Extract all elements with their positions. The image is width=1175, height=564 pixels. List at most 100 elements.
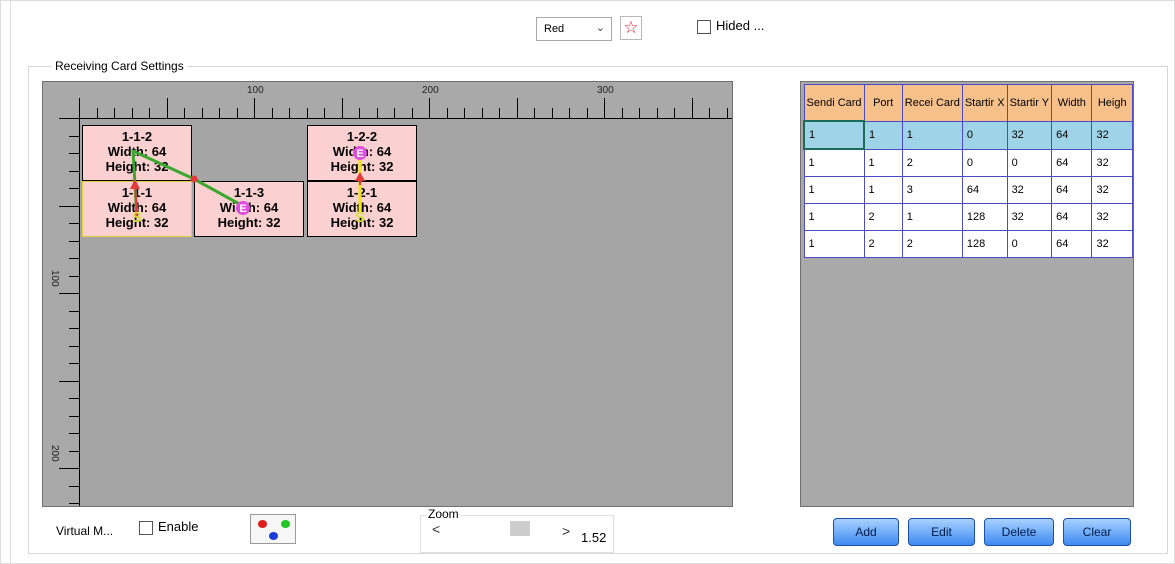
zoom-decrease-arrow[interactable]: < [432, 521, 440, 537]
enable-label: Enable [158, 519, 199, 534]
table-cell[interactable]: 128 [961, 203, 1008, 231]
ruler-tick [534, 108, 535, 118]
col-height[interactable]: Heigh [1091, 84, 1133, 122]
col-starting-x[interactable]: Startir X [961, 84, 1008, 122]
table-cell[interactable]: 128 [961, 230, 1008, 258]
ruler-tick [96, 108, 98, 118]
edit-button[interactable]: Edit [908, 518, 975, 546]
table-row[interactable]: 1 1 1 0 32 64 32 [802, 120, 1133, 150]
left-divider [10, 0, 11, 564]
ruler-tick [69, 188, 79, 189]
add-button[interactable]: Add [833, 518, 899, 546]
ruler-tick [69, 153, 79, 154]
table-cell[interactable]: 1 [901, 120, 963, 150]
ruler-tick [656, 108, 658, 118]
table-cell[interactable]: 32 [1091, 203, 1133, 231]
ruler-tick [69, 415, 79, 417]
table-row[interactable]: 1 2 1 128 32 64 32 [803, 203, 1133, 231]
table-cell[interactable]: 32 [1006, 203, 1053, 231]
group-title: Receiving Card Settings [52, 59, 187, 73]
table-cell[interactable]: 64 [1051, 120, 1093, 150]
ruler-tick [59, 468, 79, 469]
green-dot-icon [281, 520, 290, 528]
col-starting-y[interactable]: Startir Y [1006, 84, 1053, 122]
ruler-top: 100 200 300 [43, 82, 732, 118]
table-cell[interactable]: 32 [1006, 120, 1053, 150]
table-cell[interactable]: 2 [901, 230, 963, 258]
table-cell[interactable]: 64 [961, 176, 1008, 204]
red-dot-icon [258, 520, 267, 528]
hide-checkbox[interactable] [697, 20, 711, 34]
ruler-tick [59, 380, 79, 382]
layout-canvas[interactable]: 100 200 300 100 200 1-1-2 Width: 64 Heig… [42, 81, 733, 507]
table-cell[interactable]: 32 [1091, 120, 1133, 150]
delete-button[interactable]: Delete [984, 518, 1054, 546]
ruler-label: 100 [247, 85, 264, 96]
ruler-tick [289, 108, 290, 118]
table-cell[interactable]: 1 [863, 120, 903, 150]
table-cell[interactable]: 1 [803, 203, 865, 231]
table-cell[interactable]: 64 [1051, 203, 1093, 231]
table-cell[interactable]: 2 [863, 203, 903, 231]
ruler-tick [446, 108, 448, 118]
enable-checkbox[interactable] [139, 521, 153, 535]
table-cell[interactable]: 64 [1051, 176, 1093, 204]
zoom-slider-thumb[interactable] [510, 521, 530, 536]
ruler-label: 200 [49, 445, 60, 462]
junction-dot [190, 175, 198, 183]
end-marker: E [239, 203, 246, 215]
table-cell[interactable]: 0 [1006, 148, 1053, 177]
table-row[interactable]: 1 1 3 64 32 64 32 [803, 176, 1133, 204]
star-icon[interactable]: ☆ [620, 16, 642, 40]
zoom-title: Zoom [426, 507, 461, 521]
receiving-card-table[interactable]: Sendi Card Port Recei Card Startir X Sta… [800, 81, 1134, 507]
table-row[interactable]: 1 2 2 128 0 64 32 [803, 230, 1133, 258]
table-cell[interactable]: 1 [863, 148, 903, 177]
zoom-increase-arrow[interactable]: > [562, 523, 570, 539]
arrow-head-icon [130, 179, 140, 189]
table-row[interactable]: 1 1 2 0 0 64 32 [803, 148, 1133, 177]
col-sending-card[interactable]: Sendi Card [803, 84, 865, 122]
table-cell[interactable]: 3 [901, 176, 963, 204]
ruler-tick [464, 108, 465, 118]
clear-button[interactable]: Clear [1063, 518, 1131, 546]
table-cell[interactable]: 1 [803, 230, 865, 258]
ruler-tick [551, 108, 553, 118]
table-cell[interactable]: 0 [961, 120, 1008, 150]
ruler-tick [59, 293, 79, 294]
table-cell[interactable]: 1 [901, 203, 963, 231]
ruler-tick [376, 108, 378, 118]
table-cell[interactable]: 2 [901, 148, 963, 177]
col-receiving-card[interactable]: Recei Card [901, 84, 963, 122]
ruler-tick [271, 108, 273, 118]
table-cell[interactable]: 64 [1051, 148, 1093, 177]
table-cell[interactable]: 1 [863, 176, 903, 204]
ruler-tick [674, 108, 675, 118]
table-cell[interactable]: 2 [863, 230, 903, 258]
canvas-grid[interactable]: 1-1-2 Width: 64 Height: 32 1-2-2 Width: … [79, 118, 732, 506]
table-cell[interactable]: 0 [961, 148, 1008, 177]
table-cell[interactable]: 32 [1006, 176, 1053, 204]
ruler-tick [69, 398, 79, 399]
table-cell[interactable]: 64 [1051, 230, 1093, 258]
table-header-row: Sendi Card Port Recei Card Startir X Sta… [803, 84, 1133, 122]
ruler-tick [621, 108, 623, 118]
table-cell[interactable]: 32 [1091, 230, 1133, 258]
color-select[interactable]: Red ⌄ [536, 17, 612, 41]
table-cell[interactable]: 32 [1091, 148, 1133, 177]
ruler-tick [586, 108, 588, 118]
table-cell[interactable]: 1 [802, 120, 866, 150]
ruler-label: 200 [422, 85, 439, 96]
col-width[interactable]: Width [1051, 84, 1093, 122]
table-cell[interactable]: 32 [1091, 176, 1133, 204]
ruler-tick [499, 108, 500, 118]
ruler-tick [236, 108, 238, 118]
start-marker: S [355, 209, 365, 226]
ruler-tick [69, 135, 79, 137]
ruler-tick [394, 108, 395, 118]
col-port[interactable]: Port [863, 84, 903, 122]
table-cell[interactable]: 1 [803, 176, 865, 204]
pixel-color-button[interactable] [250, 514, 296, 544]
table-cell[interactable]: 1 [803, 148, 865, 177]
table-cell[interactable]: 0 [1006, 230, 1053, 258]
